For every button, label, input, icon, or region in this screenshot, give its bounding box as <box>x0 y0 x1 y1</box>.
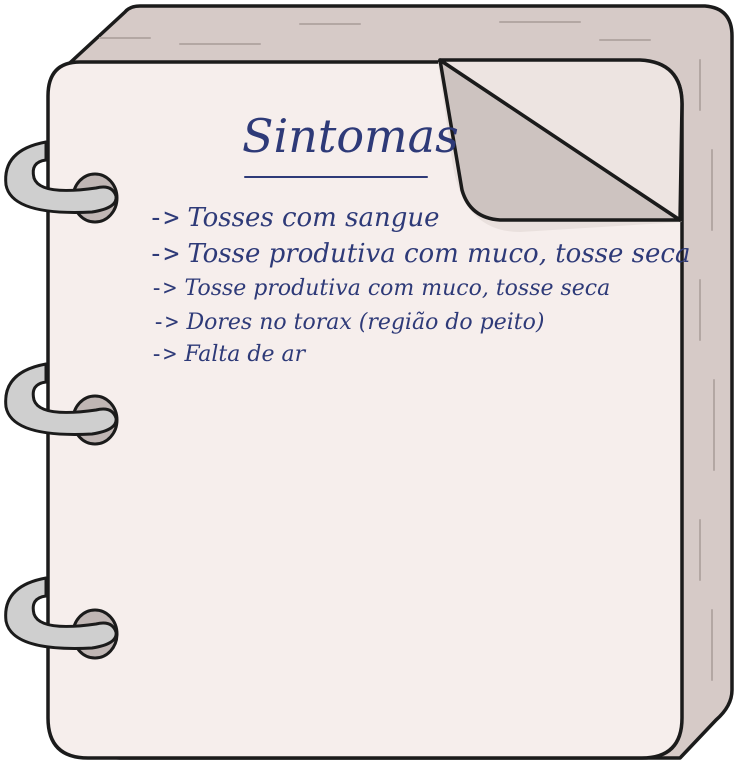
list-item: -> Tosse produtiva com muco, tosse seca <box>148 236 690 272</box>
list-item-text: Tosses com sangue <box>187 203 440 233</box>
arrow-icon: -> <box>152 310 179 335</box>
list-item: -> Falta de ar <box>148 340 690 370</box>
notebook-canvas: Sintomas -> Tosses com sangue -> Tosse pro… <box>0 0 736 774</box>
arrow-icon: -> <box>148 239 180 269</box>
list-item: -> Tosses com sangue <box>148 200 690 236</box>
arrow-icon: -> <box>148 203 180 233</box>
title-underline <box>244 176 428 178</box>
list-item-text: Tosse produtiva com muco, tosse seca <box>184 276 611 301</box>
list-item-text: Tosse produtiva com muco, tosse seca <box>187 239 691 269</box>
page-title: Sintomas <box>242 109 459 163</box>
symptom-list: -> Tosses com sangue -> Tosse produtiva co… <box>148 200 690 370</box>
arrow-icon: -> <box>150 342 177 367</box>
list-item: -> Tosse produtiva com muco, tosse seca <box>148 272 690 306</box>
list-item-text: Dores no torax (região do peito) <box>186 310 545 335</box>
list-item-text: Falta de ar <box>184 342 306 367</box>
list-item: -> Dores no torax (região do peito) <box>148 306 690 340</box>
arrow-icon: -> <box>150 276 177 301</box>
